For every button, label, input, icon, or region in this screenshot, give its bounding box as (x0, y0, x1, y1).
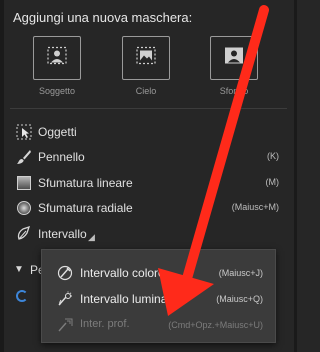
menu-item-color-range[interactable]: Intervallo colore (Maiusc+J) (42, 260, 275, 286)
tool-label: Sfumatura radiale (38, 201, 133, 215)
sky-mask-button[interactable] (122, 36, 170, 80)
menu-item-label: Intervallo colore (80, 266, 165, 280)
menu-item-shortcut: (Maiusc+J) (218, 268, 263, 278)
luminance-range-icon (57, 291, 73, 307)
range-icon (16, 225, 32, 242)
color-range-icon (57, 265, 73, 281)
tool-label: Pennello (38, 150, 85, 164)
tool-shortcut: (K) (267, 151, 279, 161)
brush-icon (16, 149, 32, 165)
subject-mask-button[interactable] (33, 36, 81, 80)
tool-label: Oggetti (38, 125, 77, 139)
sky-mask-label: Cielo (135, 86, 157, 96)
menu-item-label: Inter. prof. (80, 318, 130, 330)
menu-item-depth-range: Inter. prof. (Cmd+Opz.+Maiusc+U) (42, 312, 275, 338)
menu-item-shortcut: (Maiusc+Q) (216, 294, 263, 304)
subject-icon (47, 46, 67, 70)
sky-icon (136, 46, 156, 70)
tool-radial-gradient[interactable]: Sfumatura radiale (Maiusc+M) (0, 197, 297, 219)
linear-gradient-icon (16, 175, 32, 191)
range-submenu-indicator[interactable]: ◢ (88, 232, 95, 243)
depth-range-icon (57, 317, 73, 333)
tool-brush[interactable]: Pennello (K) (0, 146, 297, 168)
add-mask-heading: Aggiungi una nuova maschera: (13, 10, 193, 25)
subject-mask-label: Soggetto (38, 86, 76, 96)
disclosure-triangle-icon: ▼ (14, 264, 24, 275)
tool-label: Sfumatura lineare (38, 176, 133, 190)
range-flyout-menu: Intervallo colore (Maiusc+J) Intervallo … (41, 249, 276, 343)
menu-item-label: Intervallo luminanza (80, 292, 187, 306)
tool-shortcut: (Maiusc+M) (231, 202, 279, 212)
background-mask-button[interactable] (210, 36, 258, 80)
loading-spinner-icon (16, 290, 28, 302)
tool-objects[interactable]: Oggetti (0, 121, 297, 143)
tool-range[interactable]: Intervallo ◢ (0, 223, 297, 245)
tool-label: Intervallo (38, 227, 87, 241)
tool-linear-gradient[interactable]: Sfumatura lineare (M) (0, 172, 297, 194)
menu-item-shortcut: (Cmd+Opz.+Maiusc+U) (168, 320, 263, 330)
background-icon (224, 47, 244, 70)
tool-shortcut: (M) (265, 177, 280, 187)
radial-gradient-icon (16, 200, 32, 216)
objects-icon (16, 124, 32, 140)
menu-item-luminance-range[interactable]: Intervallo luminanza (Maiusc+Q) (42, 286, 275, 312)
background-mask-label: Sfondo (219, 86, 249, 96)
section-divider (10, 108, 287, 109)
